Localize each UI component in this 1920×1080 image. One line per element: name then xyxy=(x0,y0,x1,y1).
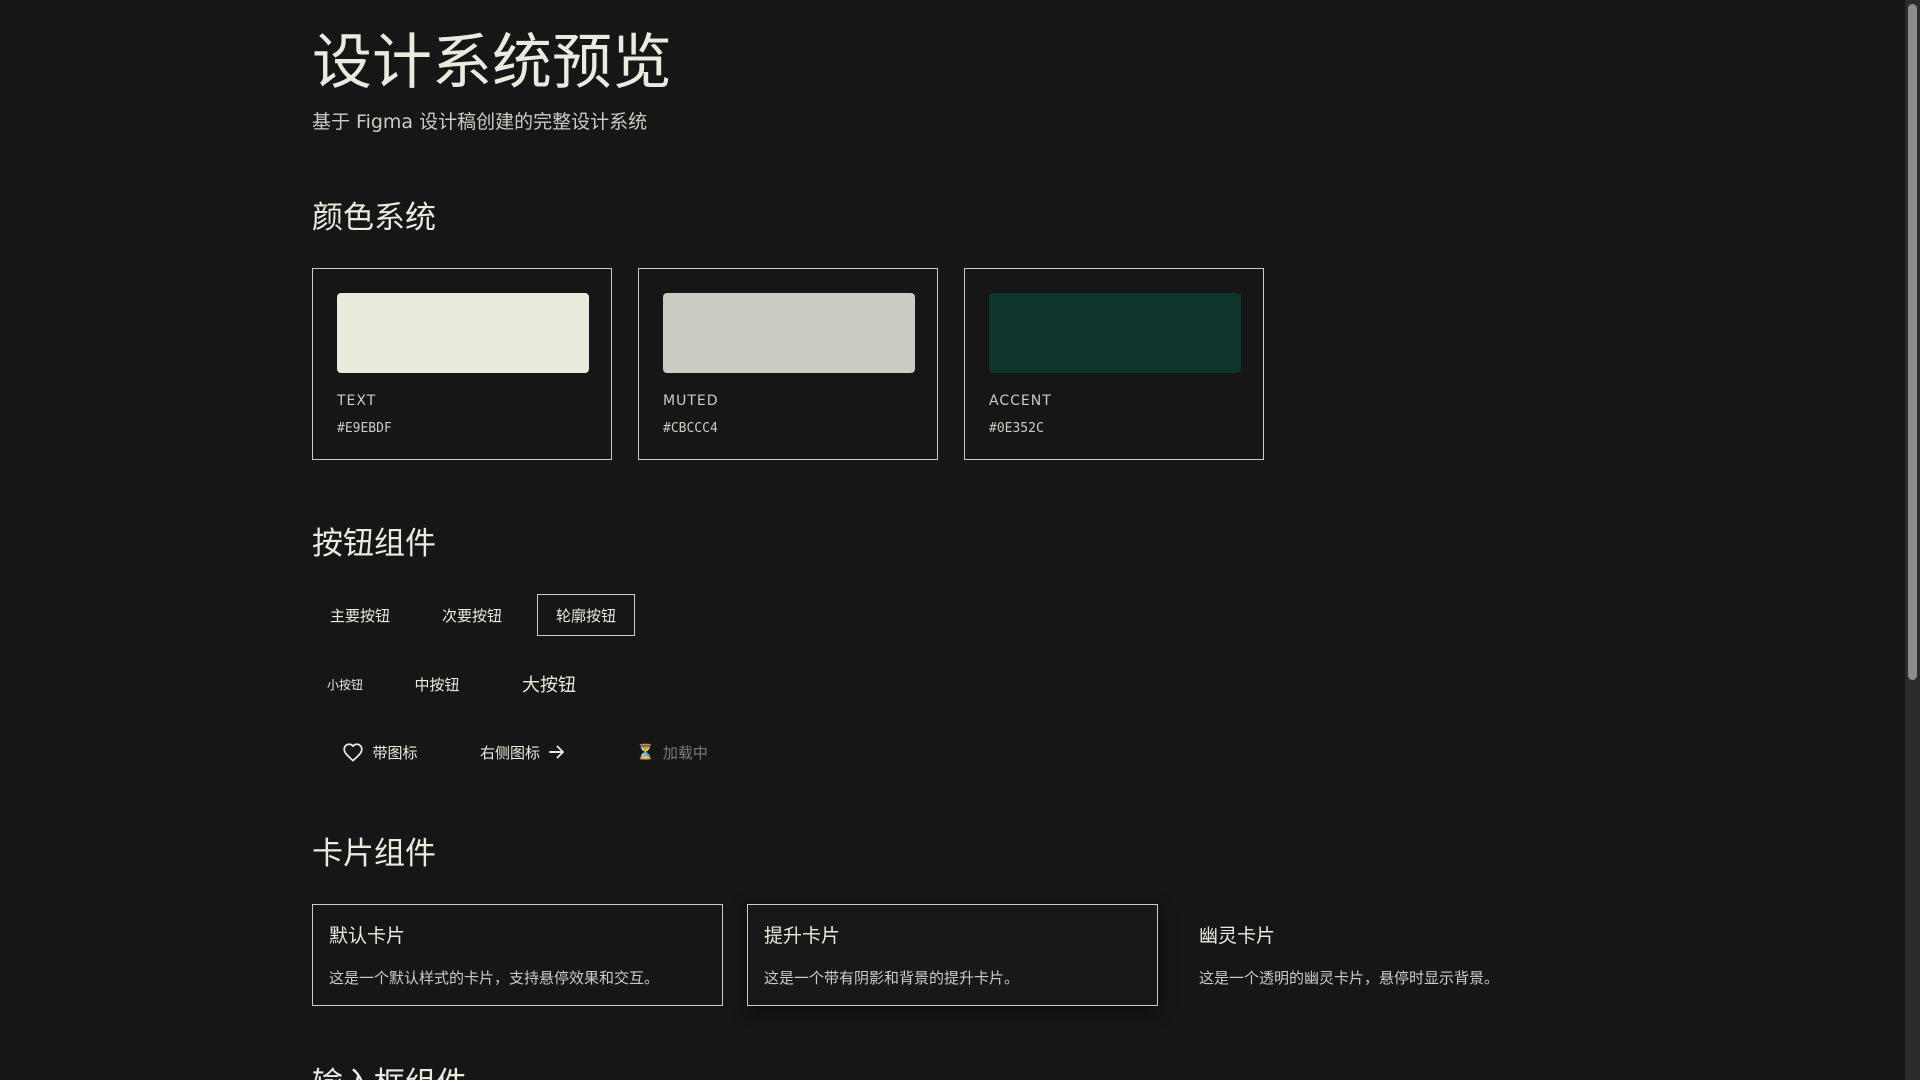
large-button-label: 大按钮 xyxy=(522,675,576,696)
medium-button-label: 中按钮 xyxy=(414,675,460,694)
outline-button[interactable]: 轮廓按钮 xyxy=(537,594,635,636)
heart-icon xyxy=(343,743,364,762)
swatch-hex: #CBCCC4 xyxy=(663,421,718,436)
card-title: 提升卡片 xyxy=(764,925,841,947)
hourglass-icon: ⏳ xyxy=(636,743,655,761)
elevated-card[interactable]: 提升卡片 这是一个带有阴影和背景的提升卡片。 xyxy=(747,904,1158,1006)
ghost-card[interactable]: 幽灵卡片 这是一个透明的幽灵卡片，悬停时显示背景。 xyxy=(1182,904,1593,1006)
secondary-button[interactable]: 次要按钮 xyxy=(424,594,520,636)
section-title-cards: 卡片组件 xyxy=(312,836,436,872)
swatch-name: TEXT xyxy=(337,393,377,409)
outline-button-label: 轮廓按钮 xyxy=(555,606,616,625)
page-subtitle: 基于 Figma 设计稿创建的完整设计系统 xyxy=(312,111,648,133)
color-swatch-text: TEXT #E9EBDF xyxy=(312,268,612,460)
section-title-colors: 颜色系统 xyxy=(312,200,436,236)
card-title: 幽灵卡片 xyxy=(1199,925,1276,947)
small-button[interactable]: 小按钮 xyxy=(312,668,378,700)
primary-button[interactable]: 主要按钮 xyxy=(312,594,408,636)
arrow-right-icon xyxy=(549,745,564,759)
vertical-scrollbar[interactable] xyxy=(1905,0,1920,1080)
loading-button[interactable]: ⏳ 加载中 xyxy=(596,732,748,772)
page-title: 设计系统预览 xyxy=(312,28,672,98)
color-swatch-muted: MUTED #CBCCC4 xyxy=(638,268,938,460)
medium-button[interactable]: 中按钮 xyxy=(392,664,482,704)
default-card[interactable]: 默认卡片 这是一个默认样式的卡片，支持悬停效果和交互。 xyxy=(312,904,723,1006)
swatch-hex: #0E352C xyxy=(989,421,1044,436)
small-button-label: 小按钮 xyxy=(326,677,363,692)
card-description: 这是一个带有阴影和背景的提升卡片。 xyxy=(764,969,1020,987)
icon-right-button[interactable]: 右侧图标 xyxy=(452,732,594,772)
scrollbar-thumb[interactable] xyxy=(1908,4,1917,680)
page: 设计系统预览 基于 Figma 设计稿创建的完整设计系统 颜色系统 TEXT #… xyxy=(0,0,1920,1080)
card-title: 默认卡片 xyxy=(329,925,406,947)
section-title-buttons: 按钮组件 xyxy=(312,526,436,562)
icon-right-button-label: 右侧图标 xyxy=(479,743,540,762)
swatch-name: ACCENT xyxy=(989,393,1052,409)
swatch-color-muted xyxy=(663,293,915,373)
loading-button-label: 加载中 xyxy=(662,743,708,762)
section-title-inputs: 输入框组件 xyxy=(312,1064,467,1080)
swatch-color-text xyxy=(337,293,589,373)
icon-left-button-label: 带图标 xyxy=(372,743,418,762)
large-button[interactable]: 大按钮 xyxy=(494,662,604,706)
swatch-hex: #E9EBDF xyxy=(337,421,392,436)
primary-button-label: 主要按钮 xyxy=(329,606,390,625)
color-swatch-accent: ACCENT #0E352C xyxy=(964,268,1264,460)
secondary-button-label: 次要按钮 xyxy=(441,606,502,625)
swatch-color-accent xyxy=(989,293,1241,373)
icon-left-button[interactable]: 带图标 xyxy=(320,732,440,772)
swatch-name: MUTED xyxy=(663,393,719,409)
card-description: 这是一个透明的幽灵卡片，悬停时显示背景。 xyxy=(1199,969,1500,987)
card-description: 这是一个默认样式的卡片，支持悬停效果和交互。 xyxy=(329,969,660,987)
